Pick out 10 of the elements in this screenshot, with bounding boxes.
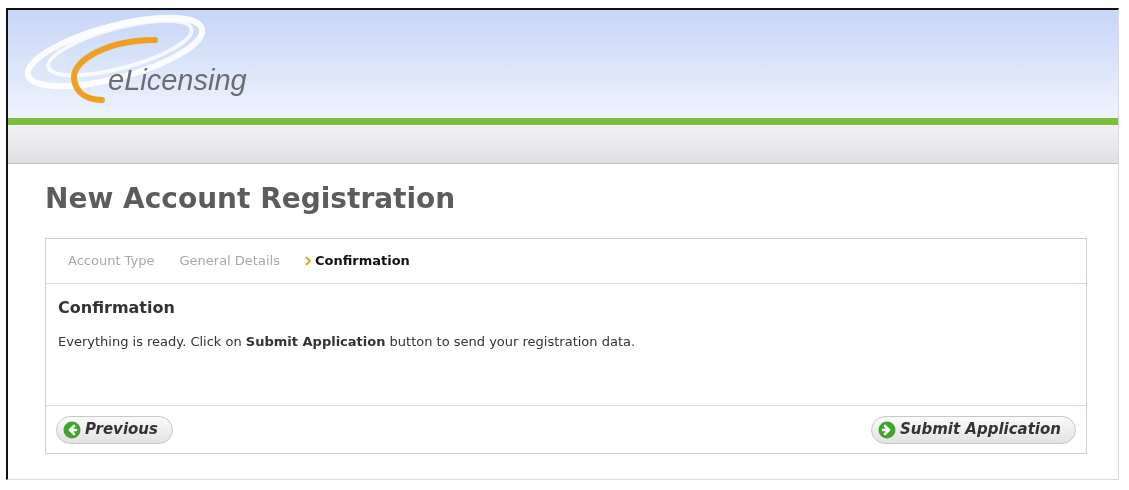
chevron-icon	[304, 256, 311, 266]
previous-button[interactable]: Previous	[56, 415, 173, 444]
logo-text: eLicensing	[108, 63, 247, 99]
confirmation-message: Everything is ready. Click on Submit Application button to send your registration data.	[58, 333, 637, 351]
wizard-step: Confirmation	[304, 251, 410, 271]
section-title: Confirmation	[58, 297, 176, 319]
wizard-step: Account Type	[68, 251, 155, 271]
wizard-step: General Details	[179, 251, 280, 271]
page-title: New Account Registration	[45, 182, 457, 216]
submit-button[interactable]: Submit Application	[870, 415, 1076, 444]
